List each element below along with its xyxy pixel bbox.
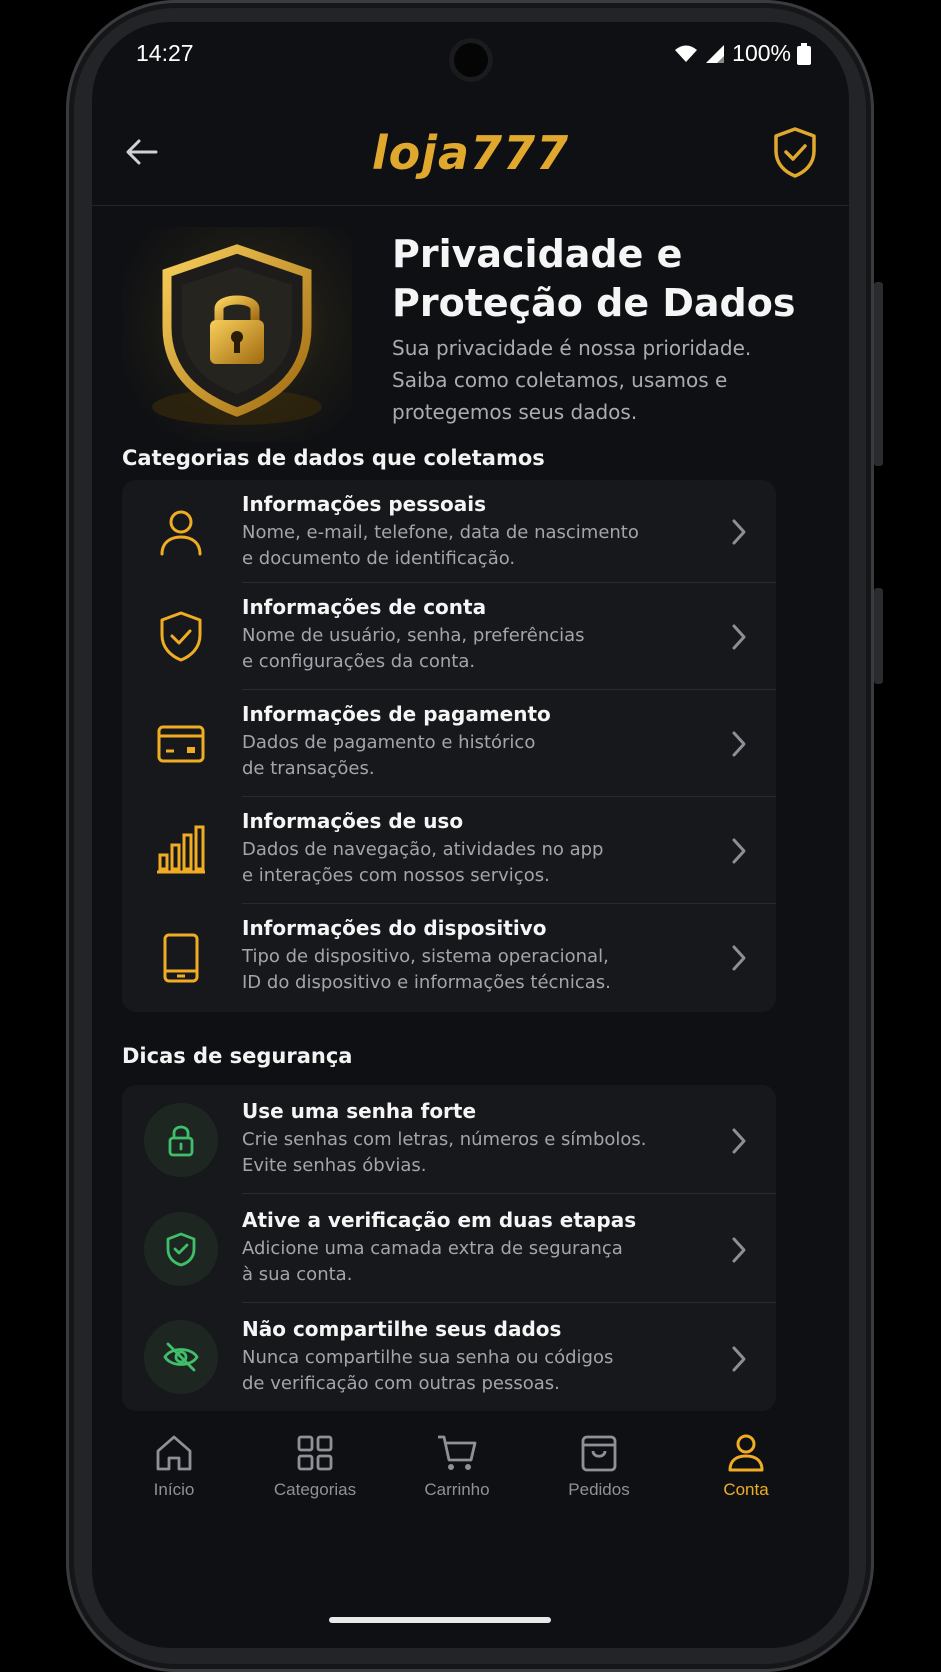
battery-icon [797,42,811,65]
chevron-right-icon [732,624,746,650]
chevron-right-icon [732,1346,746,1372]
tab-label: Pedidos [568,1480,630,1499]
tab-label: Carrinho [424,1480,490,1499]
cart-icon [438,1435,477,1470]
chevron-right-icon [732,945,746,971]
power-button [874,588,883,684]
list-item-description: Nome de usuário, senha, preferências e co… [242,625,585,672]
tab-carrinho[interactable]: Carrinho [392,1432,522,1500]
chevron-right-icon [732,1128,746,1154]
list-item-title: Informações de conta [242,595,487,619]
tips-card: Use uma senha forte Crie senhas com letr… [122,1085,776,1411]
status-bar: 14:27 100% [92,22,849,84]
lock-icon [168,1125,194,1157]
list-item-title: Informações pessoais [242,492,487,516]
categories-card: Informações pessoais Nome, e-mail, telef… [122,480,776,1012]
padlock-shield-icon [152,244,322,425]
section-title-categories: Categorias de dados que coletamos [122,446,545,470]
list-item-personal-info[interactable]: Informações pessoais Nome, e-mail, telef… [122,480,776,583]
front-camera [449,38,493,82]
list-item-two-step-verification[interactable]: Ative a verificação em duas etapas Adici… [122,1194,776,1303]
list-item-description: Crie senhas com letras, números e símbol… [242,1129,647,1176]
shield-check-icon[interactable] [771,126,819,178]
list-item-description: Dados de navegação, atividades no app e i… [242,839,604,886]
list-item-title: Ative a verificação em duas etapas [242,1208,637,1232]
list-item-strong-password[interactable]: Use uma senha forte Crie senhas com letr… [122,1085,776,1194]
list-item-account-info[interactable]: Informações de conta Nome de usuário, se… [122,583,776,690]
list-item-dont-share-data[interactable]: Não compartilhe seus dados Nunca compart… [122,1303,776,1411]
list-item-description: Dados de pagamento e histórico de transaç… [242,732,536,779]
tablet-icon [163,933,199,983]
list-item-description: Tipo de dispositivo, sistema operacional… [242,946,611,993]
page-title: Privacidade e Proteção de Dados [392,232,796,325]
grid-icon [297,1435,333,1471]
eye-off-icon [163,1342,199,1372]
security-lock-illustration [122,227,352,442]
box-icon [581,1435,617,1472]
list-item-title: Use uma senha forte [242,1099,477,1123]
credit-card-icon [157,725,205,763]
shield-check-icon [160,611,202,662]
signal-icon [706,44,725,63]
volume-button [874,282,883,466]
tab-conta[interactable]: Conta [681,1432,811,1500]
chevron-right-icon [732,838,746,864]
chevron-right-icon [732,519,746,545]
list-item-device-info[interactable]: Informações do dispositivo Tipo de dispo… [122,904,776,1012]
list-item-description: Adicione uma camada extra de segurança à … [242,1238,623,1285]
home-icon [156,1435,192,1471]
chevron-right-icon [732,731,746,757]
wifi-icon [675,45,698,62]
list-item-usage-info[interactable]: Informações de uso Dados de navegação, a… [122,797,776,904]
bottom-tab-bar: Início Categorias Carrinho Pedidos Conta [92,1432,849,1542]
brand-logo: loja777 [371,126,570,180]
screen: 14:27 100% loja777 Privacidade e Proteçã… [92,22,849,1648]
tab-pedidos[interactable]: Pedidos [534,1432,664,1500]
person-icon [160,510,202,556]
battery-percent: 100% [732,40,791,66]
tab-inicio[interactable]: Início [109,1432,239,1500]
page-subtitle: Sua privacidade é nossa prioridade. Saib… [392,336,752,424]
shield-check-icon [166,1232,196,1267]
user-icon [728,1434,764,1472]
tab-categorias[interactable]: Categorias [250,1432,380,1500]
tab-label: Início [153,1480,195,1499]
list-item-description: Nunca compartilhe sua senha ou códigos de… [242,1347,614,1394]
tab-label: Categorias [273,1480,357,1499]
list-item-title: Informações de pagamento [242,702,551,726]
list-item-payment-info[interactable]: Informações de pagamento Dados de pagame… [122,690,776,797]
list-item-title: Informações do dispositivo [242,916,547,940]
list-item-title: Informações de uso [242,809,464,833]
list-item-title: Não compartilhe seus dados [242,1317,562,1341]
home-indicator[interactable] [329,1617,551,1623]
list-item-description: Nome, e-mail, telefone, data de nascimen… [242,522,639,569]
status-time: 14:27 [136,40,194,66]
tab-label: Conta [723,1480,769,1499]
chevron-right-icon [732,1237,746,1263]
section-title-tips: Dicas de segurança [122,1044,353,1068]
app-header: loja777 [92,96,849,206]
bar-chart-icon [157,825,205,874]
